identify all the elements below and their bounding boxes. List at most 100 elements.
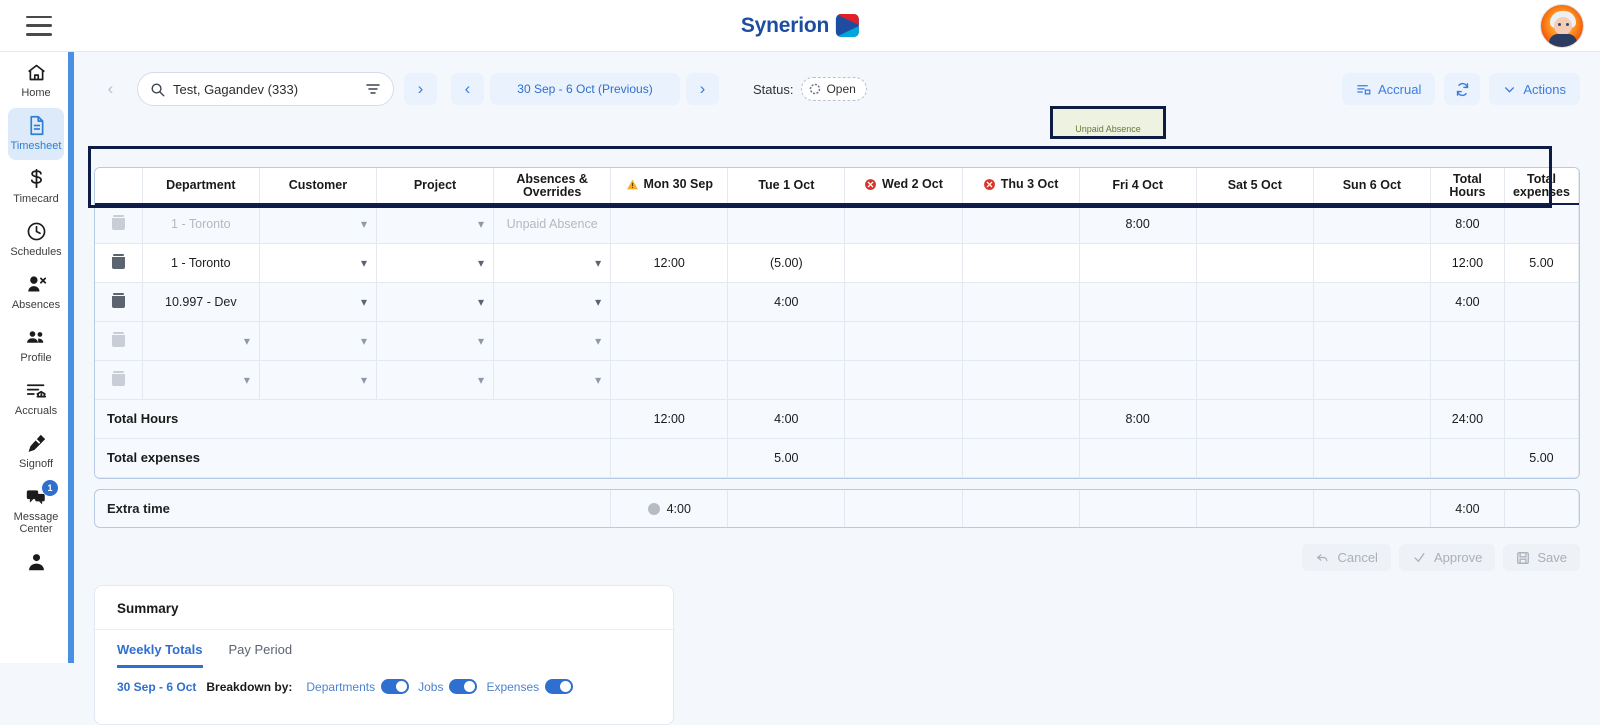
search-input[interactable]: Test, Gagandev (333) xyxy=(137,72,394,106)
sidebar-item-signoff[interactable]: Signoff xyxy=(0,423,71,476)
cell-project[interactable]: ▾ xyxy=(376,204,495,244)
cell-d6[interactable] xyxy=(1196,282,1314,322)
cell-total_hours[interactable]: 12:00 xyxy=(1430,243,1505,283)
cell-department[interactable]: 1 - Toronto xyxy=(142,204,260,244)
sidebar-item-profile[interactable]: Profile xyxy=(0,317,71,370)
cell-d2[interactable]: 4:00 xyxy=(727,282,846,322)
hamburger-icon[interactable] xyxy=(26,15,52,36)
cell-d4[interactable] xyxy=(962,360,1080,400)
cell-absences[interactable]: ▾ xyxy=(493,321,612,361)
sidebar-item-schedules[interactable]: Schedules xyxy=(0,211,71,264)
actions-button[interactable]: Actions xyxy=(1489,73,1580,105)
refresh-button[interactable] xyxy=(1444,73,1481,105)
cell-d4[interactable] xyxy=(962,282,1080,322)
cell-customer[interactable]: ▾ xyxy=(259,360,377,400)
cell-d7[interactable] xyxy=(1313,321,1431,361)
cell-total_expenses[interactable] xyxy=(1504,360,1579,400)
cell-d7[interactable] xyxy=(1313,243,1431,283)
prev-period-button[interactable]: ‹ xyxy=(451,73,484,105)
cell-d2[interactable]: (5.00) xyxy=(727,243,846,283)
filter-icon[interactable] xyxy=(365,81,381,97)
cell-absences[interactable]: ▾ xyxy=(493,282,612,322)
table-row[interactable]: ▾ ▾ ▾ ▾ xyxy=(95,321,1579,361)
tab-weekly-totals[interactable]: Weekly Totals xyxy=(117,642,203,668)
cell-total_hours[interactable]: 4:00 xyxy=(1430,282,1505,322)
breakdown-toggle-departments[interactable]: Departments xyxy=(306,679,410,694)
sidebar-item-timecard[interactable]: Timecard xyxy=(0,158,71,211)
sidebar-item-accruals[interactable]: Accruals xyxy=(0,370,71,423)
accrual-button[interactable]: Accrual xyxy=(1342,73,1436,105)
delete-row-button[interactable] xyxy=(95,243,143,283)
cell-d5[interactable] xyxy=(1079,243,1197,283)
cell-customer[interactable]: ▾ xyxy=(259,243,377,283)
cell-d5[interactable] xyxy=(1079,360,1197,400)
cell-d1[interactable] xyxy=(610,360,729,400)
cell-customer[interactable]: ▾ xyxy=(259,321,377,361)
cell-d3[interactable] xyxy=(844,204,963,244)
cell-d6[interactable] xyxy=(1196,360,1314,400)
table-row[interactable]: 1 - Toronto ▾ ▾ ▾ 12:00 (5.00) 12:00 5.00 xyxy=(95,243,1579,283)
cell-d2[interactable] xyxy=(727,360,846,400)
table-row[interactable]: ▾ ▾ ▾ ▾ xyxy=(95,360,1579,400)
sidebar-item-message-center[interactable]: 1 Message Center xyxy=(0,476,71,541)
cell-d3[interactable] xyxy=(844,243,963,283)
cell-d1[interactable] xyxy=(610,204,729,244)
cell-d5[interactable] xyxy=(1079,321,1197,361)
cell-d4[interactable] xyxy=(962,243,1080,283)
cell-project[interactable]: ▾ xyxy=(376,321,495,361)
cell-project[interactable]: ▾ xyxy=(376,282,495,322)
cell-d2[interactable] xyxy=(727,321,846,361)
period-selector[interactable]: 30 Sep - 6 Oct (Previous) xyxy=(490,73,680,105)
cell-project[interactable]: ▾ xyxy=(376,360,495,400)
cell-total_hours[interactable]: 8:00 xyxy=(1430,204,1505,244)
cell-total_expenses[interactable] xyxy=(1504,321,1579,361)
cell-customer[interactable]: ▾ xyxy=(259,204,377,244)
table-row[interactable]: 10.997 - Dev ▾ ▾ ▾ 4:00 4:00 xyxy=(95,282,1579,322)
cell-d5[interactable] xyxy=(1079,282,1197,322)
cell-d3[interactable] xyxy=(844,282,963,322)
avatar[interactable] xyxy=(1540,4,1584,48)
cell-d3[interactable] xyxy=(844,360,963,400)
cell-d6[interactable] xyxy=(1196,204,1314,244)
cell-total_hours[interactable] xyxy=(1430,321,1505,361)
sidebar-item-timesheet[interactable]: Timesheet xyxy=(0,105,71,160)
approve-button[interactable]: Approve xyxy=(1398,544,1496,571)
cell-department[interactable]: 1 - Toronto xyxy=(142,243,260,283)
next-employee-button[interactable]: › xyxy=(404,73,437,105)
delete-row-button[interactable] xyxy=(95,204,143,244)
toggle-switch[interactable] xyxy=(545,679,574,694)
cell-total_expenses[interactable] xyxy=(1504,282,1579,322)
cell-d7[interactable] xyxy=(1313,282,1431,322)
cell-project[interactable]: ▾ xyxy=(376,243,495,283)
cell-absences[interactable]: ▾ xyxy=(493,360,612,400)
cell-d6[interactable] xyxy=(1196,321,1314,361)
tab-pay-period[interactable]: Pay Period xyxy=(229,642,293,668)
cell-d3[interactable] xyxy=(844,321,963,361)
cell-department[interactable]: ▾ xyxy=(142,321,260,361)
next-period-button[interactable]: › xyxy=(686,73,719,105)
cell-department[interactable]: 10.997 - Dev xyxy=(142,282,260,322)
save-button[interactable]: Save xyxy=(1503,544,1580,571)
cell-d4[interactable] xyxy=(962,321,1080,361)
cell-absences[interactable]: ▾ xyxy=(493,243,612,283)
sidebar-item-home[interactable]: Home xyxy=(0,52,71,105)
cell-d6[interactable] xyxy=(1196,243,1314,283)
breakdown-toggle-expenses[interactable]: Expenses xyxy=(486,679,574,694)
prev-employee-button[interactable]: ‹ xyxy=(94,73,127,105)
cell-d2[interactable] xyxy=(727,204,846,244)
delete-row-button[interactable] xyxy=(95,360,143,400)
cell-d7[interactable] xyxy=(1313,360,1431,400)
cell-d1[interactable] xyxy=(610,282,729,322)
sidebar-item-absences[interactable]: Absences xyxy=(0,264,71,317)
cell-d4[interactable] xyxy=(962,204,1080,244)
delete-row-button[interactable] xyxy=(95,321,143,361)
toggle-switch[interactable] xyxy=(449,679,478,694)
toggle-switch[interactable] xyxy=(381,679,410,694)
cell-d1[interactable] xyxy=(610,321,729,361)
cell-total_expenses[interactable] xyxy=(1504,204,1579,244)
delete-row-button[interactable] xyxy=(95,282,143,322)
sidebar-item-profile-bottom[interactable] xyxy=(0,541,71,578)
table-row[interactable]: 1 - Toronto ▾ ▾ Unpaid Absence 8:00 8:00 xyxy=(95,204,1579,244)
cell-department[interactable]: ▾ xyxy=(142,360,260,400)
cell-total_expenses[interactable]: 5.00 xyxy=(1504,243,1579,283)
